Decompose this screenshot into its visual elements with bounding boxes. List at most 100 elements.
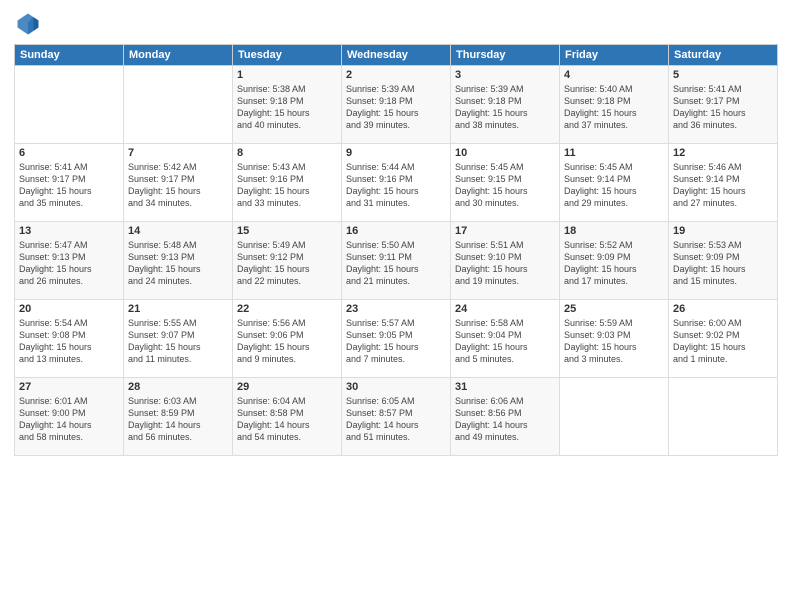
calendar-cell: 20 Sunrise: 5:54 AM Sunset: 9:08 PM Dayli… xyxy=(15,300,124,378)
day-number: 31 xyxy=(455,381,555,393)
day-info: Sunrise: 5:45 AM Sunset: 9:15 PM Dayligh… xyxy=(455,161,555,210)
day-info: Sunrise: 6:00 AM Sunset: 9:02 PM Dayligh… xyxy=(673,317,773,366)
day-info: Sunrise: 5:49 AM Sunset: 9:12 PM Dayligh… xyxy=(237,239,337,288)
calendar-week-row: 27 Sunrise: 6:01 AM Sunset: 9:00 PM Dayli… xyxy=(15,378,778,456)
day-info: Sunrise: 5:40 AM Sunset: 9:18 PM Dayligh… xyxy=(564,83,664,132)
day-info: Sunrise: 5:41 AM Sunset: 9:17 PM Dayligh… xyxy=(19,161,119,210)
day-number: 7 xyxy=(128,147,228,159)
page: SundayMondayTuesdayWednesdayThursdayFrid… xyxy=(0,0,792,612)
day-number: 13 xyxy=(19,225,119,237)
day-number: 25 xyxy=(564,303,664,315)
calendar-cell: 15 Sunrise: 5:49 AM Sunset: 9:12 PM Dayli… xyxy=(233,222,342,300)
calendar-table: SundayMondayTuesdayWednesdayThursdayFrid… xyxy=(14,44,778,456)
day-number: 2 xyxy=(346,69,446,81)
day-number: 22 xyxy=(237,303,337,315)
calendar-day-header: Tuesday xyxy=(233,45,342,66)
day-info: Sunrise: 5:39 AM Sunset: 9:18 PM Dayligh… xyxy=(346,83,446,132)
calendar-cell: 25 Sunrise: 5:59 AM Sunset: 9:03 PM Dayli… xyxy=(560,300,669,378)
day-info: Sunrise: 5:55 AM Sunset: 9:07 PM Dayligh… xyxy=(128,317,228,366)
day-info: Sunrise: 5:39 AM Sunset: 9:18 PM Dayligh… xyxy=(455,83,555,132)
calendar-cell: 29 Sunrise: 6:04 AM Sunset: 8:58 PM Dayli… xyxy=(233,378,342,456)
calendar-cell: 9 Sunrise: 5:44 AM Sunset: 9:16 PM Daylig… xyxy=(342,144,451,222)
day-info: Sunrise: 5:46 AM Sunset: 9:14 PM Dayligh… xyxy=(673,161,773,210)
day-number: 15 xyxy=(237,225,337,237)
calendar-cell: 18 Sunrise: 5:52 AM Sunset: 9:09 PM Dayli… xyxy=(560,222,669,300)
calendar-day-header: Sunday xyxy=(15,45,124,66)
calendar-cell: 5 Sunrise: 5:41 AM Sunset: 9:17 PM Daylig… xyxy=(669,66,778,144)
day-info: Sunrise: 5:45 AM Sunset: 9:14 PM Dayligh… xyxy=(564,161,664,210)
day-info: Sunrise: 5:41 AM Sunset: 9:17 PM Dayligh… xyxy=(673,83,773,132)
calendar-day-header: Saturday xyxy=(669,45,778,66)
day-number: 26 xyxy=(673,303,773,315)
calendar-cell: 27 Sunrise: 6:01 AM Sunset: 9:00 PM Dayli… xyxy=(15,378,124,456)
calendar-day-header: Wednesday xyxy=(342,45,451,66)
day-number: 12 xyxy=(673,147,773,159)
calendar-cell xyxy=(124,66,233,144)
calendar-week-row: 20 Sunrise: 5:54 AM Sunset: 9:08 PM Dayli… xyxy=(15,300,778,378)
calendar-cell xyxy=(15,66,124,144)
calendar-cell xyxy=(669,378,778,456)
calendar-cell: 31 Sunrise: 6:06 AM Sunset: 8:56 PM Dayli… xyxy=(451,378,560,456)
calendar-cell: 28Sunrise: 6:03 AM Sunset: 8:59 PM Dayli… xyxy=(124,378,233,456)
day-number: 1 xyxy=(237,69,337,81)
calendar-cell: 12 Sunrise: 5:46 AM Sunset: 9:14 PM Dayli… xyxy=(669,144,778,222)
calendar-header-row: SundayMondayTuesdayWednesdayThursdayFrid… xyxy=(15,45,778,66)
calendar-cell: 7 Sunrise: 5:42 AM Sunset: 9:17 PM Daylig… xyxy=(124,144,233,222)
calendar-cell: 10 Sunrise: 5:45 AM Sunset: 9:15 PM Dayli… xyxy=(451,144,560,222)
calendar-cell: 22Sunrise: 5:56 AM Sunset: 9:06 PM Dayli… xyxy=(233,300,342,378)
day-info: Sunrise: 5:54 AM Sunset: 9:08 PM Dayligh… xyxy=(19,317,119,366)
calendar-cell: 11 Sunrise: 5:45 AM Sunset: 9:14 PM Dayli… xyxy=(560,144,669,222)
day-info: Sunrise: 5:42 AM Sunset: 9:17 PM Dayligh… xyxy=(128,161,228,210)
calendar-day-header: Monday xyxy=(124,45,233,66)
header xyxy=(14,10,778,38)
day-number: 29 xyxy=(237,381,337,393)
day-number: 17 xyxy=(455,225,555,237)
calendar-week-row: 1 Sunrise: 5:38 AM Sunset: 9:18 PM Daylig… xyxy=(15,66,778,144)
day-number: 11 xyxy=(564,147,664,159)
day-number: 27 xyxy=(19,381,119,393)
day-number: 14 xyxy=(128,225,228,237)
calendar-cell: 2 Sunrise: 5:39 AM Sunset: 9:18 PM Daylig… xyxy=(342,66,451,144)
calendar-cell: 13Sunrise: 5:47 AM Sunset: 9:13 PM Dayli… xyxy=(15,222,124,300)
calendar-cell: 23Sunrise: 5:57 AM Sunset: 9:05 PM Dayli… xyxy=(342,300,451,378)
day-info: Sunrise: 6:04 AM Sunset: 8:58 PM Dayligh… xyxy=(237,395,337,444)
day-info: Sunrise: 5:59 AM Sunset: 9:03 PM Dayligh… xyxy=(564,317,664,366)
day-info: Sunrise: 5:43 AM Sunset: 9:16 PM Dayligh… xyxy=(237,161,337,210)
calendar-cell: 21Sunrise: 5:55 AM Sunset: 9:07 PM Dayli… xyxy=(124,300,233,378)
day-number: 5 xyxy=(673,69,773,81)
day-info: Sunrise: 6:01 AM Sunset: 9:00 PM Dayligh… xyxy=(19,395,119,444)
day-number: 3 xyxy=(455,69,555,81)
day-info: Sunrise: 6:03 AM Sunset: 8:59 PM Dayligh… xyxy=(128,395,228,444)
day-number: 18 xyxy=(564,225,664,237)
calendar-week-row: 13Sunrise: 5:47 AM Sunset: 9:13 PM Dayli… xyxy=(15,222,778,300)
calendar-cell xyxy=(560,378,669,456)
logo-icon xyxy=(14,10,42,38)
logo xyxy=(14,10,46,38)
day-number: 20 xyxy=(19,303,119,315)
day-info: Sunrise: 5:58 AM Sunset: 9:04 PM Dayligh… xyxy=(455,317,555,366)
day-info: Sunrise: 5:53 AM Sunset: 9:09 PM Dayligh… xyxy=(673,239,773,288)
day-info: Sunrise: 5:57 AM Sunset: 9:05 PM Dayligh… xyxy=(346,317,446,366)
calendar-cell: 14 Sunrise: 5:48 AM Sunset: 9:13 PM Dayli… xyxy=(124,222,233,300)
day-number: 9 xyxy=(346,147,446,159)
day-info: Sunrise: 5:38 AM Sunset: 9:18 PM Dayligh… xyxy=(237,83,337,132)
day-info: Sunrise: 5:51 AM Sunset: 9:10 PM Dayligh… xyxy=(455,239,555,288)
day-info: Sunrise: 6:06 AM Sunset: 8:56 PM Dayligh… xyxy=(455,395,555,444)
calendar-cell: 1 Sunrise: 5:38 AM Sunset: 9:18 PM Daylig… xyxy=(233,66,342,144)
calendar-cell: 26 Sunrise: 6:00 AM Sunset: 9:02 PM Dayli… xyxy=(669,300,778,378)
day-number: 8 xyxy=(237,147,337,159)
day-number: 4 xyxy=(564,69,664,81)
calendar-cell: 16Sunrise: 5:50 AM Sunset: 9:11 PM Dayli… xyxy=(342,222,451,300)
day-info: Sunrise: 5:50 AM Sunset: 9:11 PM Dayligh… xyxy=(346,239,446,288)
calendar-day-header: Friday xyxy=(560,45,669,66)
calendar-cell: 24Sunrise: 5:58 AM Sunset: 9:04 PM Dayli… xyxy=(451,300,560,378)
calendar-cell: 17 Sunrise: 5:51 AM Sunset: 9:10 PM Dayli… xyxy=(451,222,560,300)
calendar-day-header: Thursday xyxy=(451,45,560,66)
day-info: Sunrise: 5:44 AM Sunset: 9:16 PM Dayligh… xyxy=(346,161,446,210)
day-number: 30 xyxy=(346,381,446,393)
day-info: Sunrise: 5:48 AM Sunset: 9:13 PM Dayligh… xyxy=(128,239,228,288)
day-number: 10 xyxy=(455,147,555,159)
calendar-cell: 30Sunrise: 6:05 AM Sunset: 8:57 PM Dayli… xyxy=(342,378,451,456)
day-number: 19 xyxy=(673,225,773,237)
day-info: Sunrise: 5:52 AM Sunset: 9:09 PM Dayligh… xyxy=(564,239,664,288)
